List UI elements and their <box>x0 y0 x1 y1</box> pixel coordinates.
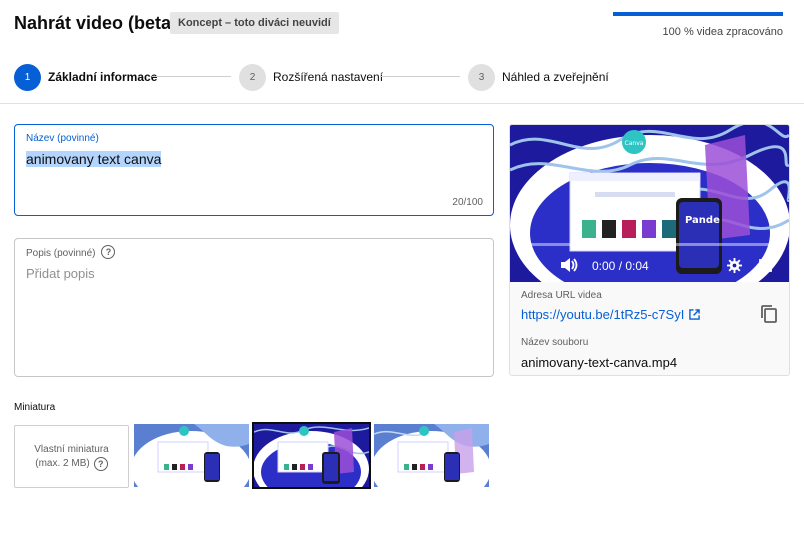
video-time: 0:00 / 0:04 <box>592 259 649 273</box>
step-2-label: Rozšířená nastavení <box>273 70 384 84</box>
custom-thumbnail-line1: Vlastní miniatura <box>34 443 109 455</box>
description-field[interactable]: Popis (povinné) ? Přidat popis <box>14 238 494 377</box>
draft-badge: Koncept – toto diváci neuvidí <box>170 12 339 34</box>
settings-gear-icon[interactable] <box>727 258 742 273</box>
help-circle-icon[interactable]: ? <box>101 245 116 259</box>
processing-progress-bar <box>613 12 783 16</box>
thumbnail-image <box>374 424 489 487</box>
thumbnail-image <box>254 424 369 487</box>
filename-label: Název souboru <box>521 337 589 348</box>
filename-value: animovany-text-canva.mp4 <box>521 355 678 370</box>
step-preview-publish[interactable]: 3 Náhled a zveřejnění <box>468 63 609 91</box>
thumbnail-image <box>134 424 249 487</box>
processing-progress-fill <box>613 12 783 16</box>
step-1-number: 1 <box>14 63 41 91</box>
video-controls: 0:00 / 0:04 <box>510 240 789 282</box>
video-seekbar[interactable] <box>520 243 779 246</box>
custom-thumbnail-upload[interactable]: Vlastní miniatura (max. 2 MB) ? <box>14 425 129 488</box>
step-1-label: Základní informace <box>48 70 158 84</box>
play-icon[interactable] <box>528 258 540 272</box>
description-field-label: Popis (povinné) <box>26 247 96 259</box>
video-logo-text: Canva <box>625 140 644 147</box>
thumbnail-option-1[interactable] <box>134 424 249 487</box>
processing-status-text: 100 % videa zpracováno <box>662 26 783 38</box>
copy-icon[interactable] <box>760 304 778 324</box>
thumbnail-option-2-selected[interactable] <box>252 422 371 489</box>
video-player[interactable]: Canva Pande 0:00 / 0:04 <box>510 125 789 282</box>
custom-thumbnail-line2-row: (max. 2 MB) ? <box>35 456 108 471</box>
custom-thumbnail-line2: (max. 2 MB) <box>35 457 90 469</box>
title-input-selected-text: animovany text canva <box>26 151 162 167</box>
thumbnail-option-3[interactable] <box>374 424 489 487</box>
video-url-link[interactable]: https://youtu.be/1tRz5-c7SyI <box>521 307 701 322</box>
title-field[interactable]: Název (povinné) animovany text canva 20/… <box>14 124 494 216</box>
video-headline-text: Pande <box>685 215 720 226</box>
upload-header: Nahrát video (beta) Koncept – toto divác… <box>0 0 804 104</box>
video-url-label: Adresa URL videa <box>521 290 602 301</box>
step-connector <box>152 76 231 77</box>
step-advanced-settings[interactable]: 2 Rozšířená nastavení <box>239 63 383 91</box>
step-basic-info[interactable]: 1 Základní informace <box>14 63 157 91</box>
title-field-label: Název (povinné) <box>26 133 99 144</box>
description-field-label-row: Popis (povinné) ? <box>26 245 116 259</box>
external-link-icon <box>689 309 701 320</box>
thumbnail-section-label: Miniatura <box>14 402 56 413</box>
title-input[interactable]: animovany text canva <box>26 151 162 167</box>
step-3-number: 3 <box>468 63 495 91</box>
video-preview-card: Canva Pande 0:00 / 0:04 Adresa URL videa… <box>509 124 790 376</box>
step-connector <box>380 76 460 77</box>
step-2-number: 2 <box>239 63 266 91</box>
description-input[interactable]: Přidat popis <box>26 266 95 281</box>
video-url-text: https://youtu.be/1tRz5-c7SyI <box>521 307 685 322</box>
page-title: Nahrát video (beta) <box>14 13 178 33</box>
title-char-counter: 20/100 <box>452 197 483 208</box>
help-circle-icon[interactable]: ? <box>93 456 108 471</box>
step-3-label: Náhled a zveřejnění <box>502 70 609 84</box>
fullscreen-icon[interactable] <box>759 259 772 272</box>
volume-icon[interactable] <box>559 257 579 273</box>
